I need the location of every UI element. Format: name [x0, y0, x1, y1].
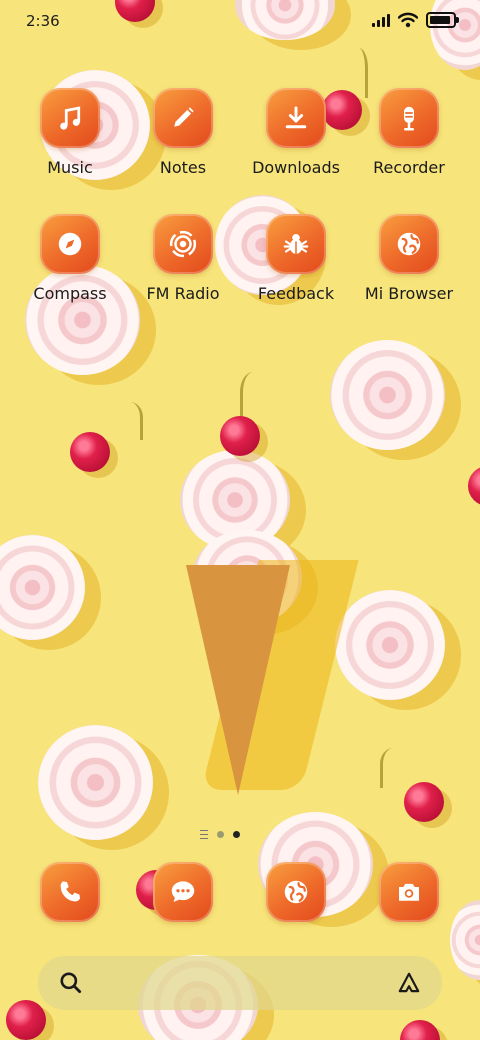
app-label: Downloads: [252, 158, 340, 177]
page-dot-active: [233, 831, 240, 838]
search-icon[interactable]: [58, 970, 84, 996]
app-label: Feedback: [257, 284, 335, 303]
app-label: FM Radio: [146, 284, 220, 303]
bug-icon: [266, 214, 326, 274]
app-notes[interactable]: Notes: [127, 88, 239, 177]
ice-cream-cone: [186, 565, 290, 795]
compass-icon: [40, 214, 100, 274]
app-drawer-lines-icon: [200, 830, 208, 839]
status-icons: [372, 12, 459, 28]
wallpaper-rose: [38, 725, 153, 840]
radio-icon: [153, 214, 213, 274]
globe-icon: [266, 862, 326, 922]
cherry-stem: [380, 748, 413, 788]
app-recorder[interactable]: Recorder: [353, 88, 465, 177]
dock-phone[interactable]: [14, 862, 126, 922]
app-label: Music: [47, 158, 93, 177]
battery-icon: [426, 12, 459, 28]
globe-icon: [379, 214, 439, 274]
wallpaper-cherry: [400, 1020, 440, 1040]
cherry-stem: [110, 402, 143, 440]
battery-fill: [430, 16, 450, 24]
wallpaper-rose: [0, 535, 85, 640]
wallpaper-rose: [330, 340, 445, 450]
assistant-icon[interactable]: [396, 970, 422, 996]
message-icon: [153, 862, 213, 922]
app-music[interactable]: Music: [14, 88, 126, 177]
app-label: Recorder: [373, 158, 445, 177]
app-label: Notes: [159, 158, 207, 177]
wallpaper-cherry: [6, 1000, 46, 1040]
microphone-icon: [379, 88, 439, 148]
dock-browser[interactable]: [240, 862, 352, 922]
wallpaper-cherry: [220, 416, 260, 456]
app-downloads[interactable]: Downloads: [240, 88, 352, 177]
app-label: Mi Browser: [364, 284, 454, 303]
dock-camera[interactable]: [353, 862, 465, 922]
app-compass[interactable]: Compass: [14, 214, 126, 303]
app-fm-radio[interactable]: FM Radio: [127, 214, 239, 303]
status-bar: 2:36: [0, 0, 480, 42]
app-mi-browser[interactable]: Mi Browser: [353, 214, 465, 303]
phone-icon: [40, 862, 100, 922]
pencil-icon: [153, 88, 213, 148]
dock-messages[interactable]: [127, 862, 239, 922]
wallpaper-cherry: [468, 466, 480, 506]
app-label: Compass: [33, 284, 107, 303]
wallpaper-cherry: [70, 432, 110, 472]
page-dot: [217, 831, 224, 838]
search-bar[interactable]: [38, 956, 442, 1010]
signal-icon: [372, 13, 390, 27]
camera-icon: [379, 862, 439, 922]
status-time: 2:36: [26, 12, 60, 30]
wallpaper-cherry: [404, 782, 444, 822]
wifi-icon: [398, 12, 418, 28]
cherry-stem: [240, 372, 273, 422]
app-feedback[interactable]: Feedback: [240, 214, 352, 303]
download-icon: [266, 88, 326, 148]
wallpaper-rose: [335, 590, 445, 700]
page-indicator[interactable]: [200, 830, 240, 839]
music-note-icon: [40, 88, 100, 148]
